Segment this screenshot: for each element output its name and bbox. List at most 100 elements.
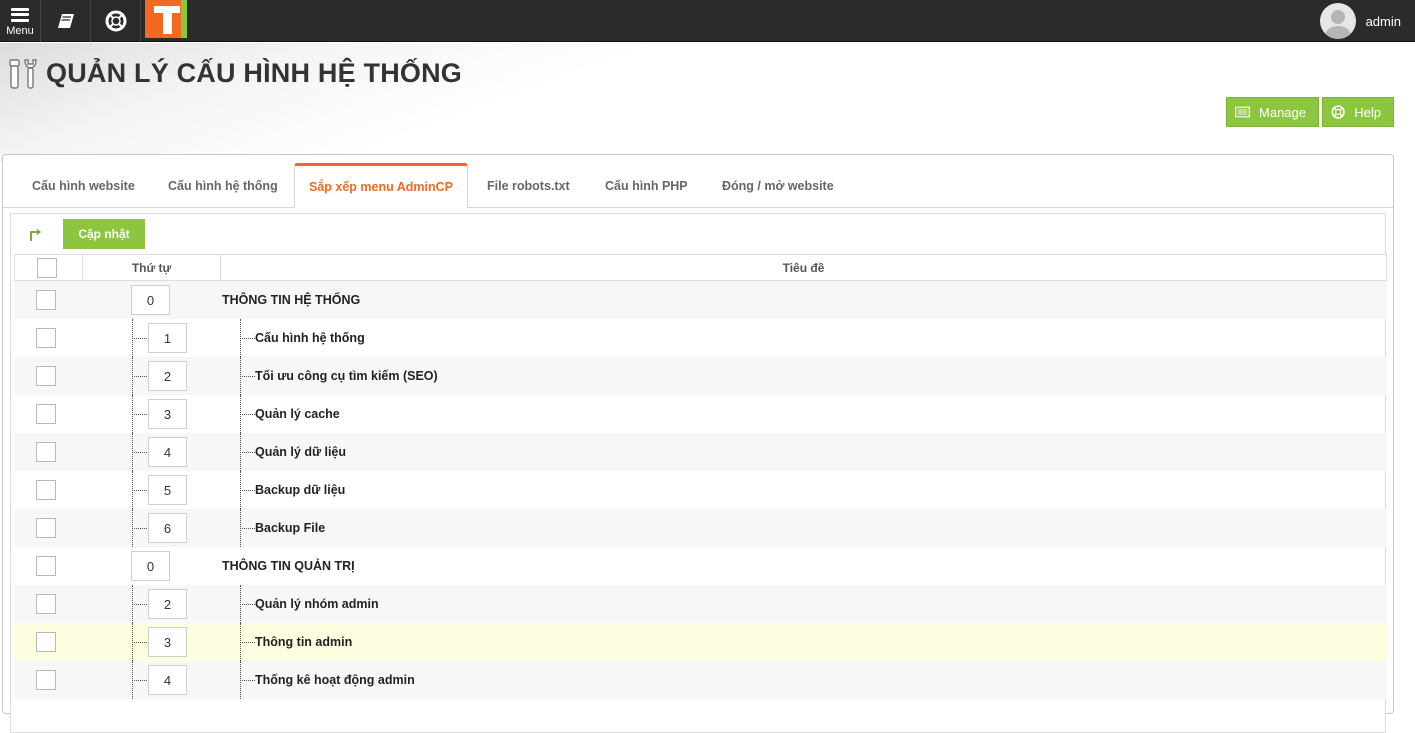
tree-connector — [132, 490, 147, 491]
row-title: Backup dữ liệu — [255, 483, 346, 497]
order-input[interactable]: 1 — [148, 323, 187, 353]
user-name: admin — [1365, 13, 1401, 29]
table-row: 6 Backup File — [14, 509, 1387, 547]
row-checkbox[interactable] — [36, 328, 56, 348]
brand-logo[interactable] — [145, 0, 187, 38]
order-input[interactable]: 4 — [148, 665, 187, 695]
tree-connector — [240, 528, 255, 529]
header-checkbox-cell — [15, 255, 83, 280]
list-icon — [1235, 106, 1250, 118]
row-title: THÔNG TIN QUẢN TRỊ — [222, 559, 355, 573]
tree-connector — [132, 376, 147, 377]
order-input[interactable]: 4 — [148, 437, 187, 467]
lifebuoy-icon — [1331, 105, 1345, 119]
order-input[interactable]: 0 — [131, 551, 170, 581]
tools-icon — [9, 59, 37, 89]
row-title: Thống kê hoạt động admin — [255, 673, 415, 687]
tree-connector — [240, 642, 255, 643]
row-title: Tối ưu công cụ tìm kiếm (SEO) — [255, 369, 438, 383]
row-checkbox[interactable] — [36, 670, 56, 690]
table-row: 4 Quản lý dữ liệu — [14, 433, 1387, 471]
page-title: QUẢN LÝ CẤU HÌNH HỆ THỐNG — [46, 58, 462, 88]
config-panel: Cấu hình website Cấu hình hệ thống Sắp x… — [2, 154, 1394, 733]
order-input[interactable]: 0 — [131, 285, 170, 315]
table-row: 1 Cấu hình hệ thống — [14, 319, 1387, 357]
select-all-checkbox[interactable] — [37, 258, 57, 278]
manage-button[interactable]: Manage — [1226, 97, 1319, 127]
table-row: 3 Thông tin admin — [14, 623, 1387, 661]
tree-connector — [240, 604, 255, 605]
row-title: Backup File — [255, 521, 326, 535]
table-row: 0 THÔNG TIN QUẢN TRỊ — [14, 547, 1387, 585]
tree-connector — [240, 414, 255, 415]
column-header-order: Thứ tự — [83, 255, 221, 280]
menu-button[interactable]: Menu — [0, 0, 41, 42]
row-checkbox[interactable] — [36, 404, 56, 424]
tab-content: Cập nhật Thứ tự Tiêu đề 0 THÔNG TIN HỆ TH… — [10, 213, 1387, 733]
tree-connector — [240, 490, 255, 491]
lifebuoy-icon — [105, 10, 126, 32]
row-checkbox[interactable] — [36, 366, 56, 386]
table-row: 0 THÔNG TIN HỆ THỐNG — [14, 281, 1387, 319]
tab-open-close-website[interactable]: Đóng / mở website — [708, 163, 848, 208]
tree-connector — [132, 414, 147, 415]
help-label: Help — [1354, 104, 1381, 120]
tree-connector — [132, 680, 147, 681]
table-row: 5 Backup dữ liệu — [14, 471, 1387, 509]
row-checkbox[interactable] — [36, 594, 56, 614]
tree-connector — [132, 642, 147, 643]
tab-bar: Cấu hình website Cấu hình hệ thống Sắp x… — [3, 155, 1393, 209]
table-row: 4 Thống kê hoạt động admin — [14, 661, 1387, 699]
menu-order-table: Thứ tự Tiêu đề 0 THÔNG TIN HỆ THỐNG 1 Cấu h… — [14, 254, 1387, 699]
tree-connector — [240, 680, 255, 681]
support-button[interactable] — [91, 0, 141, 42]
corner-arrow-icon — [30, 229, 41, 241]
tab-website-config[interactable]: Cấu hình website — [18, 163, 149, 208]
table-row: 2 Tối ưu công cụ tìm kiếm (SEO) — [14, 357, 1387, 395]
avatar — [1319, 3, 1356, 39]
tree-connector — [240, 338, 255, 339]
table-row: 3 Quản lý cache — [14, 395, 1387, 433]
row-title: Quản lý dữ liệu — [255, 445, 347, 459]
tab-admincp-menu-order[interactable]: Sắp xếp menu AdminCP — [294, 163, 469, 209]
menu-label: Menu — [6, 24, 34, 37]
order-input[interactable]: 5 — [148, 475, 187, 505]
row-title: THÔNG TIN HỆ THỐNG — [222, 293, 361, 307]
user-menu[interactable]: admin — [1319, 0, 1401, 42]
row-title: Quản lý nhóm admin — [255, 597, 379, 611]
tab-php-config[interactable]: Cấu hình PHP — [591, 163, 702, 208]
row-title: Quản lý cache — [255, 407, 340, 421]
tab-robots-file[interactable]: File robots.txt — [473, 163, 584, 208]
table-body: 0 THÔNG TIN HỆ THỐNG 1 Cấu hình hệ thống 2 Tố… — [14, 281, 1387, 699]
help-button[interactable]: Help — [1322, 97, 1394, 127]
tree-connector — [240, 376, 255, 377]
row-checkbox[interactable] — [36, 632, 56, 652]
tree-connector — [240, 452, 255, 453]
manage-label: Manage — [1259, 104, 1306, 120]
row-checkbox[interactable] — [36, 290, 56, 310]
hamburger-icon — [11, 7, 29, 22]
table-header: Thứ tự Tiêu đề — [14, 254, 1387, 281]
book-icon — [57, 14, 74, 28]
tab-system-config[interactable]: Cấu hình hệ thống — [154, 163, 292, 208]
tree-connector — [132, 528, 147, 529]
column-header-title: Tiêu đề — [782, 260, 825, 275]
row-title: Cấu hình hệ thống — [255, 331, 365, 345]
tree-connector — [132, 604, 147, 605]
order-input[interactable]: 3 — [148, 399, 187, 429]
book-button[interactable] — [41, 0, 91, 42]
tree-connector — [132, 452, 147, 453]
order-input[interactable]: 3 — [148, 627, 187, 657]
order-input[interactable]: 2 — [148, 361, 187, 391]
update-button[interactable]: Cập nhật — [63, 219, 145, 249]
tree-connector — [132, 338, 147, 339]
row-checkbox[interactable] — [36, 518, 56, 538]
top-navbar: Menu admin — [0, 0, 1415, 42]
order-input[interactable]: 6 — [148, 513, 187, 543]
table-row: 2 Quản lý nhóm admin — [14, 585, 1387, 623]
row-checkbox[interactable] — [36, 556, 56, 576]
row-checkbox[interactable] — [36, 442, 56, 462]
row-title: Thông tin admin — [255, 635, 353, 649]
order-input[interactable]: 2 — [148, 589, 187, 619]
row-checkbox[interactable] — [36, 480, 56, 500]
